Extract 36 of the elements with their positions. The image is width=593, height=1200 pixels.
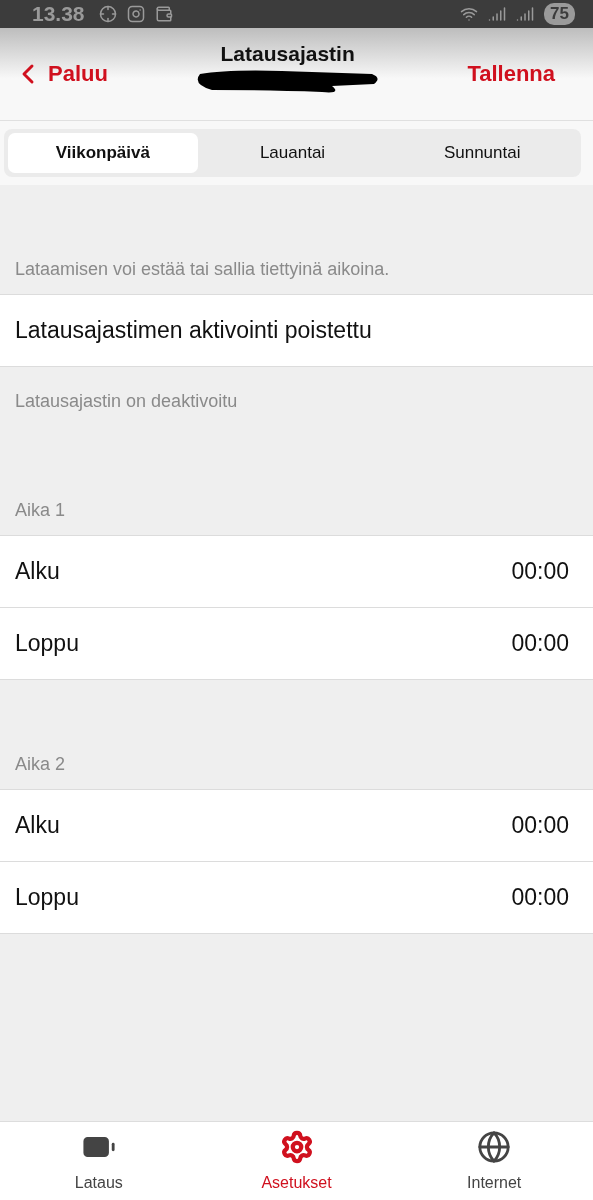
wallet-icon — [154, 5, 173, 23]
day-tab[interactable]: Lauantai — [197, 133, 388, 173]
time-row[interactable]: Alku 00:00 — [0, 790, 593, 862]
activation-row[interactable]: Latausajastimen aktivointi poistettu — [0, 295, 593, 367]
screen-title: Latausajastin — [220, 42, 355, 66]
period-title: Aika 2 — [14, 754, 67, 775]
intro-text: Lataamisen voi estää tai sallia tiettyinä aikoina. — [14, 259, 391, 280]
save-button[interactable]: Tallenna — [467, 61, 555, 87]
time-label: Loppu — [15, 630, 79, 657]
location-icon — [98, 5, 117, 23]
time-value: 00:00 — [511, 812, 569, 839]
status-note: Latausajastin on deaktivoitu — [14, 391, 239, 412]
camera-icon — [126, 5, 145, 23]
nav-tab[interactable]: Asetukset — [197, 1122, 396, 1200]
wifi-icon — [460, 5, 479, 23]
time-row[interactable]: Loppu 00:00 — [0, 862, 593, 934]
day-tab[interactable]: Viikonpäivä — [8, 133, 198, 173]
time-value: 00:00 — [511, 630, 569, 657]
time-row[interactable]: Loppu 00:00 — [0, 608, 593, 680]
back-button[interactable]: Paluu — [12, 58, 108, 90]
nav-tab[interactable]: Lataus — [0, 1122, 198, 1200]
time-value: 00:00 — [511, 558, 569, 585]
status-time: 13.38 — [32, 2, 85, 26]
globe-icon — [477, 1130, 512, 1164]
period-title: Aika 1 — [14, 500, 67, 521]
day-tab[interactable]: Sunnuntai — [387, 133, 577, 173]
signal-icon — [488, 5, 507, 23]
settings-icon — [279, 1130, 314, 1164]
signal-icon — [516, 5, 535, 23]
time-label: Alku — [15, 812, 60, 839]
time-value: 00:00 — [511, 884, 569, 911]
time-label: Loppu — [15, 884, 79, 911]
time-row[interactable]: Alku 00:00 — [0, 536, 593, 608]
nav-tab[interactable]: Internet — [395, 1122, 593, 1200]
time-label: Alku — [15, 558, 60, 585]
battery-level: 75 — [544, 3, 575, 25]
